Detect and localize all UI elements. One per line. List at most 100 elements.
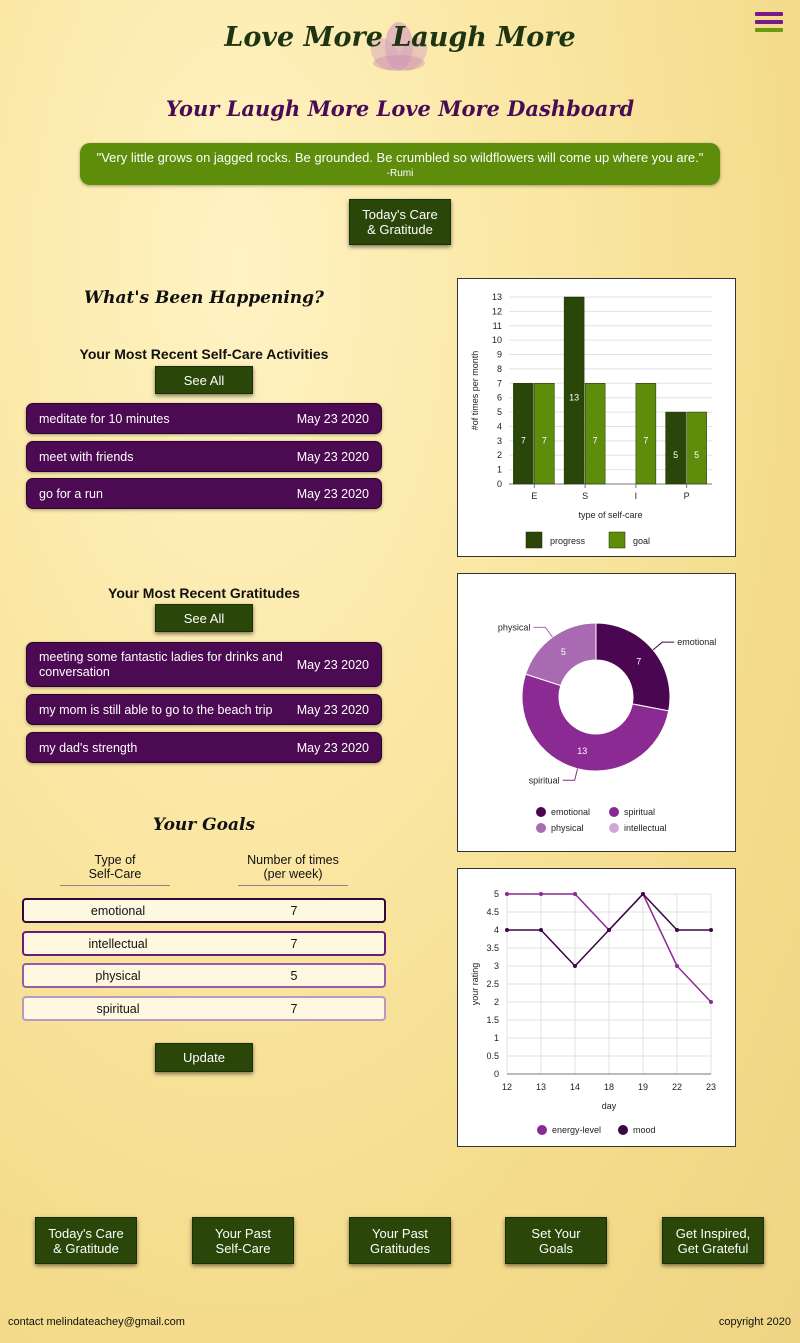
activity-item[interactable]: meet with friends May 23 2020: [26, 441, 382, 472]
goal-value[interactable]: 7: [224, 1002, 364, 1016]
goal-type-header-line1: Type of: [94, 853, 136, 867]
update-goals-button[interactable]: Update: [155, 1043, 253, 1072]
gratitude-item[interactable]: my mom is still able to go to the beach …: [26, 694, 382, 725]
goal-row-spiritual[interactable]: spiritual 7: [22, 996, 386, 1021]
y-tick-label: 2.5: [486, 979, 499, 989]
nav-label-line2: & Gratitude: [53, 1240, 119, 1256]
nav-past-gratitudes-button[interactable]: Your Past Gratitudes: [349, 1217, 451, 1264]
bar-progress: [513, 383, 534, 485]
nav-label-line1: Get Inspired,: [675, 1225, 751, 1241]
slice-outer-label: emotional: [677, 637, 716, 647]
activity-item[interactable]: go for a run May 23 2020: [26, 478, 382, 509]
goal-row-physical[interactable]: physical 5: [22, 963, 386, 988]
dashboard-title: Your Laugh More Love More Dashboard: [165, 96, 635, 121]
hamburger-menu-icon[interactable]: [755, 12, 783, 36]
series-point-mood: [709, 928, 713, 932]
x-tick-label: 19: [638, 1082, 648, 1092]
goal-row-emotional[interactable]: emotional 7: [22, 898, 386, 923]
y-tick-label: 11: [493, 321, 502, 331]
gratitude-text: meeting some fantastic ladies for drinks…: [39, 649, 283, 679]
y-tick-label: 5: [494, 889, 499, 899]
goal-type: intellectual: [88, 937, 148, 951]
activity-item[interactable]: meditate for 10 minutes May 23 2020: [26, 403, 382, 434]
quote-banner: "Very little grows on jagged rocks. Be g…: [80, 143, 720, 185]
y-tick-label: 2: [497, 450, 502, 460]
bar-goal: [635, 383, 657, 485]
goal-type-header-line2: Self-Care: [88, 867, 142, 881]
series-point-energy-level: [505, 892, 509, 896]
bar-goal: [686, 411, 707, 485]
nav-todays-care-button[interactable]: Today's Care & Gratitude: [35, 1217, 137, 1264]
goal-row-intellectual[interactable]: intellectual 7: [22, 931, 386, 956]
gratitude-item[interactable]: my dad's strength May 23 2020: [26, 732, 382, 763]
y-axis-title: your rating: [470, 963, 480, 1006]
y-tick-label: 1: [494, 1033, 499, 1043]
legend-label-spiritual: spiritual: [624, 807, 655, 817]
y-tick-label: 7: [497, 378, 502, 388]
goal-value[interactable]: 5: [224, 969, 364, 983]
x-tick-label: 12: [502, 1082, 512, 1092]
legend-dot-energy-level: [537, 1125, 547, 1135]
see-all-gratitudes-button[interactable]: See All: [155, 604, 253, 632]
rating-line-chart-card: 0 0.5 1 1.5 2 2.5 3 3.5 4 4.5 5 12 13 14 18 19 22 23 day yo…: [457, 868, 736, 1147]
y-tick-label: 3: [497, 436, 502, 446]
activities-heading: Your Most Recent Self-Care Activities: [79, 346, 329, 362]
quote-text: "Very little grows on jagged rocks. Be g…: [96, 150, 704, 165]
legend-dot-mood: [618, 1125, 628, 1135]
y-tick-label: 5: [497, 407, 502, 417]
bar-goal: [534, 383, 555, 485]
slice-leader-line: [562, 768, 579, 781]
nav-past-self-care-button[interactable]: Your Past Self-Care: [192, 1217, 294, 1264]
nav-label-line2: Self-Care: [215, 1240, 271, 1256]
goal-count-header: Number of times (per week): [238, 853, 348, 886]
see-all-activities-button[interactable]: See All: [155, 366, 253, 394]
series-point-energy-level: [709, 1000, 713, 1004]
gratitude-date: May 23 2020: [296, 740, 369, 755]
site-title[interactable]: Love More Laugh More: [0, 22, 800, 53]
goal-value[interactable]: 7: [224, 904, 364, 918]
slice-outer-label: spiritual: [529, 775, 560, 785]
bar-progress: [665, 411, 686, 485]
legend-swatch-progress: [525, 531, 543, 549]
nav-get-inspired-button[interactable]: Get Inspired, Get Grateful: [662, 1217, 764, 1264]
y-tick-label: 0: [494, 1069, 499, 1079]
y-tick-label: 4: [494, 925, 499, 935]
nav-label-line1: Set Your: [531, 1225, 581, 1241]
y-tick-label: 1: [497, 465, 502, 475]
bar-value-label: 5: [673, 450, 678, 460]
series-point-mood: [675, 928, 679, 932]
goals-heading: Your Goals: [152, 815, 256, 835]
legend-label-goal: goal: [633, 536, 650, 546]
x-tick-label: 14: [570, 1082, 580, 1092]
todays-care-button[interactable]: Today's Care & Gratitude: [349, 199, 451, 245]
y-tick-label: 9: [497, 350, 502, 360]
series-point-mood: [505, 928, 509, 932]
nav-label-line2: Get Grateful: [677, 1240, 749, 1256]
footer-contact[interactable]: contact melindateachey@gmail.com: [8, 1316, 185, 1328]
y-tick-label: 0: [497, 479, 502, 489]
self-care-bar-chart-card: 0 1 2 3 4 5 6 7 8 9 10 11 12 13 7 7 E 13 7 S 7 I 5 5 Ptype of se…: [457, 278, 736, 557]
goal-count-header-line1: Number of times: [247, 853, 339, 867]
goal-type: emotional: [90, 904, 146, 918]
bar-value-label: 7: [542, 436, 547, 446]
goal-count-header-line2: (per week): [263, 867, 323, 881]
y-tick-label: 10: [492, 335, 502, 345]
whats-happening-heading: What's Been Happening?: [84, 288, 324, 308]
nav-label-line1: Your Past: [372, 1225, 428, 1241]
activity-text: meet with friends: [39, 449, 134, 464]
y-tick-label: 4.5: [486, 907, 499, 917]
activity-date: May 23 2020: [296, 486, 369, 501]
x-tick-label: P: [684, 491, 690, 501]
goal-value[interactable]: 7: [224, 937, 364, 951]
todays-care-line2: & Gratitude: [367, 222, 433, 237]
bar-progress: [563, 296, 585, 485]
series-point-mood: [539, 928, 543, 932]
nav-label-line1: Your Past: [215, 1225, 271, 1241]
x-axis-title: type of self-care: [578, 510, 642, 520]
nav-set-goals-button[interactable]: Set Your Goals: [505, 1217, 607, 1264]
gratitude-date: May 23 2020: [296, 657, 369, 672]
gratitude-text: my mom is still able to go to the beach …: [39, 702, 273, 717]
gratitude-item[interactable]: meeting some fantastic ladies for drinks…: [26, 642, 382, 687]
legend-dot-physical: [536, 823, 546, 833]
y-tick-label: 0.5: [486, 1051, 499, 1061]
